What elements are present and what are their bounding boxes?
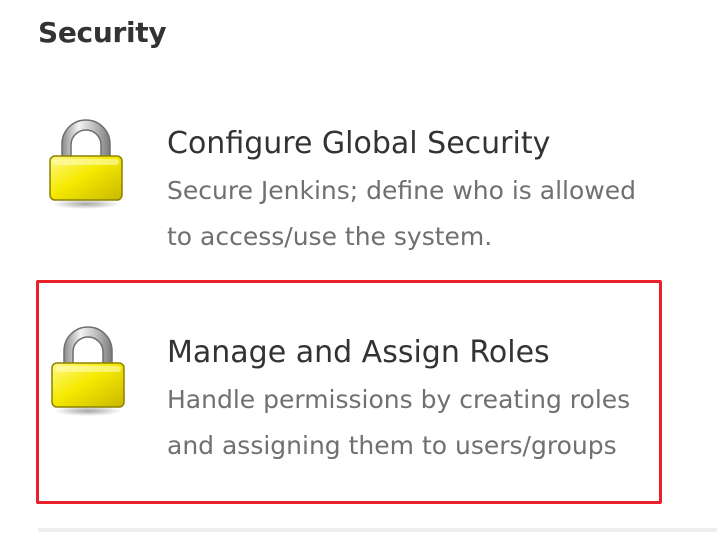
manage-and-assign-roles-link[interactable]: Manage and Assign Roles Handle permissio… [36,280,662,504]
section-title: Security [38,16,167,49]
item-text: Manage and Assign Roles Handle permissio… [167,331,655,469]
item-description: Secure Jenkins; define who is allowed to… [167,176,636,251]
lock-icon [49,119,123,209]
item-title[interactable]: Manage and Assign Roles [167,331,655,375]
lock-icon [51,326,125,416]
configure-global-security-link[interactable]: Configure Global Security Secure Jenkins… [36,100,662,270]
manage-jenkins-page: Security Configure Global Security Secur… [0,0,717,542]
section-divider [38,528,717,532]
item-text: Configure Global Security Secure Jenkins… [167,122,658,260]
item-title[interactable]: Configure Global Security [167,122,658,166]
item-description: Handle permissions by creating roles and… [167,385,631,460]
